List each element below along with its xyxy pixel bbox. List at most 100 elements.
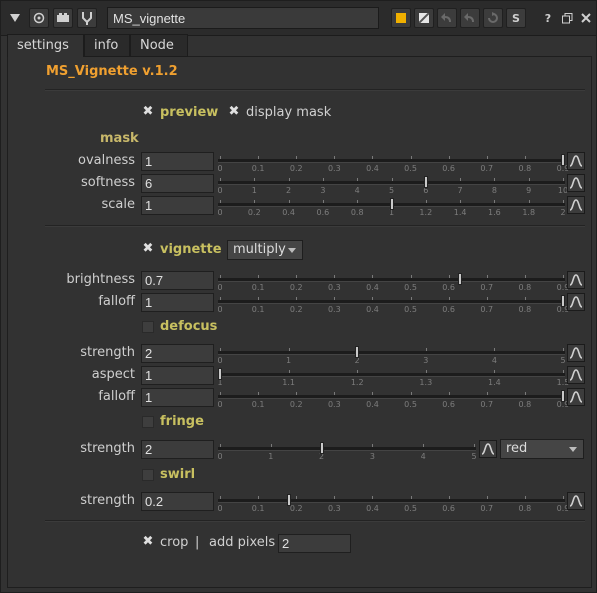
brightness-slider[interactable]: 0 0.1 0.2 0.3 0.4 0.5 0.6 0.7 0.8 0.9 xyxy=(217,271,569,292)
scale-slider[interactable]: 0 0.2 0.4 0.6 0.8 1 1.2 1.4 1.6 1.8 2 xyxy=(217,196,566,217)
float-icon[interactable] xyxy=(557,8,577,28)
slider-handle[interactable] xyxy=(389,198,394,210)
slider-tick xyxy=(220,200,221,203)
slider-tick-label: 0.6 xyxy=(442,400,456,409)
slider-tick-label: 0.7 xyxy=(480,164,494,173)
swirl-strength-input[interactable] xyxy=(141,492,214,511)
help-icon[interactable]: ? xyxy=(538,8,558,28)
slider-tick xyxy=(220,392,221,395)
slider-handle[interactable] xyxy=(355,346,360,358)
vignette-falloff-slider[interactable]: 0 0.1 0.2 0.3 0.4 0.5 0.6 0.7 0.8 0.9 xyxy=(217,293,569,314)
slider-tick xyxy=(425,348,427,351)
animation-curve-icon[interactable] xyxy=(479,440,497,458)
slider-handle[interactable] xyxy=(319,442,324,454)
center-icon[interactable] xyxy=(29,8,49,28)
animation-curve-icon[interactable] xyxy=(567,271,585,289)
swirl-checkbox[interactable] xyxy=(142,469,154,481)
slider-track[interactable] xyxy=(218,278,565,282)
vignette-checkbox[interactable]: ✖ xyxy=(142,242,154,255)
slider-tick xyxy=(334,275,336,278)
slider-track[interactable] xyxy=(218,447,476,451)
slider-handle[interactable] xyxy=(561,295,565,307)
add-pixels-input[interactable] xyxy=(278,534,351,553)
slider-track[interactable] xyxy=(218,373,565,377)
slider-handle[interactable] xyxy=(286,494,291,506)
preview-checkbox[interactable]: ✖ xyxy=(142,105,154,118)
divider xyxy=(45,520,585,522)
slider-track[interactable] xyxy=(218,300,565,304)
close-icon[interactable] xyxy=(576,8,596,28)
fringe-strength-slider[interactable]: 012345 xyxy=(217,440,477,461)
slider-handle[interactable] xyxy=(423,176,428,188)
slider-tick-label: 5 xyxy=(560,356,566,365)
slider-tick xyxy=(563,348,564,351)
softness-input[interactable] xyxy=(141,174,214,193)
slider-tick-label: 0.8 xyxy=(350,208,364,217)
slider-tick-label: 0.5 xyxy=(404,283,417,292)
animation-curve-icon[interactable] xyxy=(567,196,585,214)
defocus-strength-input[interactable] xyxy=(141,344,214,363)
undo2-icon[interactable] xyxy=(460,8,480,28)
slider-track[interactable] xyxy=(218,395,565,399)
brightness-input[interactable] xyxy=(141,271,214,290)
slider-tick-label: 1.3 xyxy=(419,378,433,387)
slider-track[interactable] xyxy=(218,351,565,355)
crop-checkbox[interactable]: ✖ xyxy=(142,535,154,548)
slider-tick-label: 1.1 xyxy=(282,378,295,387)
slider-tick-label: 3 xyxy=(320,186,326,195)
aspect-slider[interactable]: 1 1.1 1.2 1.3 1.4 1.5 xyxy=(217,366,569,387)
animation-curve-icon[interactable] xyxy=(567,492,585,510)
animation-curve-icon[interactable] xyxy=(567,388,585,406)
display-mask-label: display mask xyxy=(246,105,332,120)
vignette-mode-dropdown[interactable]: multiply xyxy=(227,240,303,260)
slider-handle[interactable] xyxy=(458,273,463,285)
tab-node[interactable]: Node xyxy=(130,34,188,57)
display-mask-checkbox[interactable]: ✖ xyxy=(228,105,240,118)
collapse-arrow-icon[interactable] xyxy=(5,8,25,28)
fringe-checkbox[interactable] xyxy=(142,416,154,428)
slider-handle[interactable] xyxy=(218,368,222,380)
yellow-swatch-icon[interactable] xyxy=(391,8,411,28)
slider-tick xyxy=(486,156,488,159)
slider-handle[interactable] xyxy=(561,390,565,402)
slider-tick xyxy=(296,496,298,499)
animation-curve-icon[interactable] xyxy=(567,344,585,362)
slider-tick-label: 2 xyxy=(286,186,292,195)
aspect-input[interactable] xyxy=(141,366,214,385)
animation-curve-icon[interactable] xyxy=(567,293,585,311)
swirl-strength-slider[interactable]: 0 0.1 0.2 0.3 0.4 0.5 0.6 0.7 0.8 0.9 xyxy=(217,492,569,513)
animation-curve-icon[interactable] xyxy=(567,152,585,170)
defocus-strength-slider[interactable]: 012345 xyxy=(217,344,566,365)
undo-icon[interactable] xyxy=(437,8,457,28)
pin-icon[interactable] xyxy=(77,8,97,28)
slider-handle[interactable] xyxy=(561,154,565,166)
slider-track[interactable] xyxy=(218,159,565,163)
scale-input[interactable] xyxy=(141,196,214,215)
white-swatch-icon[interactable] xyxy=(414,8,434,28)
animation-curve-icon[interactable] xyxy=(567,174,585,192)
slider-tick xyxy=(448,392,450,395)
vignette-falloff-input[interactable] xyxy=(141,293,214,312)
slider-track[interactable] xyxy=(218,181,565,185)
fringe-color-dropdown[interactable]: red xyxy=(500,439,584,459)
tab-settings[interactable]: settings xyxy=(7,34,84,57)
script-icon[interactable]: S xyxy=(506,8,526,28)
animation-curve-icon[interactable] xyxy=(567,366,585,384)
ovalness-input[interactable] xyxy=(141,152,214,171)
slider-tick-label: 1.8 xyxy=(522,208,536,217)
slider-track[interactable] xyxy=(218,499,565,503)
slider-tick xyxy=(334,156,336,159)
fringe-strength-input[interactable] xyxy=(141,440,214,459)
defocus-falloff-slider[interactable]: 0 0.1 0.2 0.3 0.4 0.5 0.6 0.7 0.8 0.9 xyxy=(217,388,569,409)
defocus-checkbox[interactable] xyxy=(142,321,154,333)
redo-icon[interactable] xyxy=(483,8,503,28)
slider-tick xyxy=(372,444,374,447)
tab-info[interactable]: info xyxy=(84,34,130,57)
ovalness-slider[interactable]: 0 0.1 0.2 0.3 0.4 0.5 0.6 0.7 0.8 0.9 xyxy=(217,152,569,173)
slider-tick xyxy=(448,496,450,499)
node-name-field[interactable] xyxy=(107,7,379,29)
node-color-icon[interactable] xyxy=(53,8,73,28)
softness-slider[interactable]: 0 1 2 3 4 5 6 7 8 9 10 xyxy=(217,174,568,195)
defocus-falloff-input[interactable] xyxy=(141,388,214,407)
slider-tick-label: 0.7 xyxy=(480,400,494,409)
